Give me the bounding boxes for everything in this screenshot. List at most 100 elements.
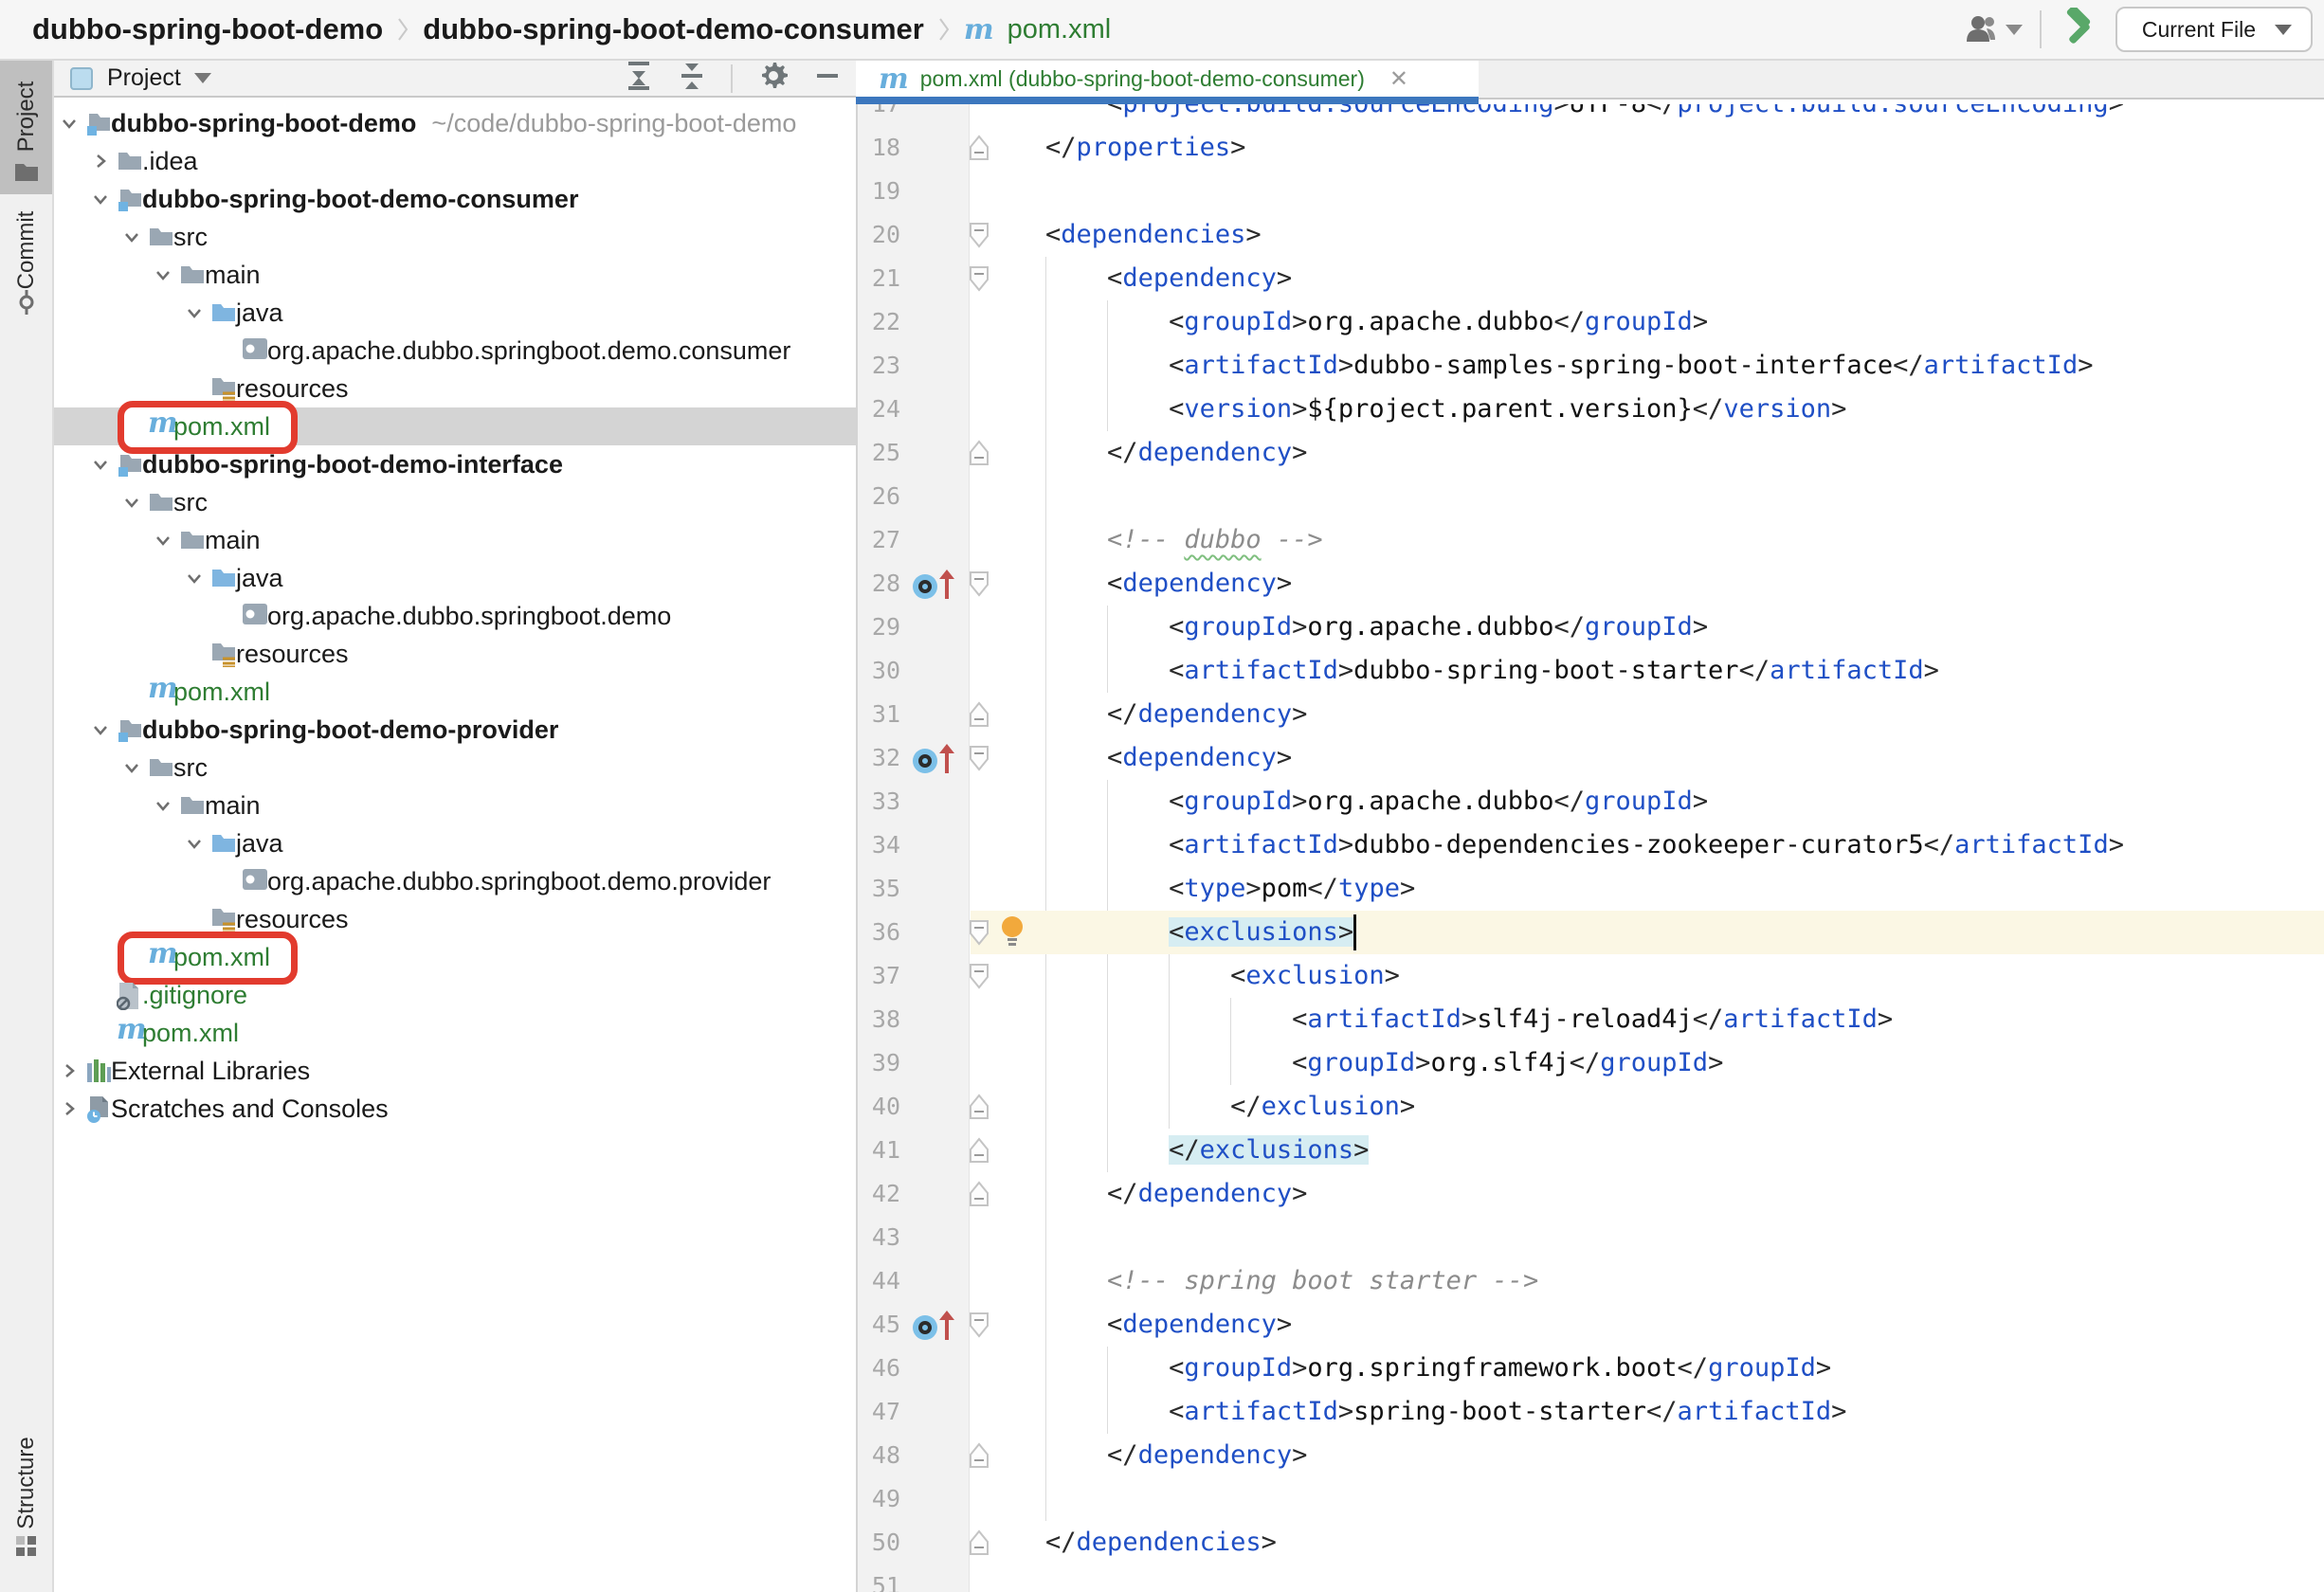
tree-expanded-chevron-icon[interactable] [90,189,111,214]
tree-expanded-chevron-icon[interactable] [90,719,111,745]
tree-item-label: main [205,521,261,559]
code-text: <version>${project.parent.version}</vers… [984,388,1846,431]
tree-expanded-chevron-icon[interactable] [59,113,80,138]
tree-item-scratches-and-consoles[interactable]: Scratches and Consoles [54,1090,856,1128]
line-number: 40 [856,1085,900,1129]
tree-item-label: Scratches and Consoles [111,1090,389,1128]
project-view-selector[interactable]: Project [69,61,211,96]
tree-item-external-libraries[interactable]: External Libraries [54,1052,856,1090]
tree-item--gitignore[interactable]: .gitignore [54,976,856,1014]
tree-item-label: src [173,218,208,256]
package-icon [242,337,268,365]
tree-item-org-apache-dubbo-springboot-demo[interactable]: org.apache.dubbo.springboot.demo [54,597,856,635]
line-number: 42 [856,1172,900,1216]
code-line: 39 <groupId>org.slf4j</groupId> [856,1041,2324,1085]
settings-gear-icon[interactable] [757,60,790,97]
build-hammer-icon[interactable] [2059,8,2098,52]
code-line: 44 <!-- spring boot starter --> [856,1259,2324,1303]
tree-expanded-chevron-icon[interactable] [184,833,205,859]
code-text: <!-- spring boot starter --> [984,1259,1538,1303]
tree-item-pom-xml[interactable]: mpom.xml [54,938,856,976]
tree-item-pom-xml[interactable]: mpom.xml [54,673,856,711]
tool-strip-tab-project[interactable]: Project [0,61,52,194]
tree-item-resources[interactable]: resources [54,635,856,673]
tab-close-icon[interactable]: ✕ [1389,65,1408,93]
line-number: 20 [856,213,900,257]
code-text: </dependency> [984,1172,1307,1216]
tree-expanded-chevron-icon[interactable] [121,757,142,783]
project-view-dropdown-icon [194,73,211,83]
tree-item-pom-xml[interactable]: mpom.xml [54,407,856,445]
line-number: 17 [856,104,900,126]
tree-item--idea[interactable]: .idea [54,142,856,180]
gitignore-icon [117,982,141,1015]
tree-expanded-chevron-icon[interactable] [121,492,142,517]
line-number: 50 [856,1521,900,1565]
maven-dependency-gutter-icon[interactable] [911,742,960,781]
tree-item-src[interactable]: src [54,483,856,521]
breadcrumb-item[interactable]: pom.xml [1008,14,1112,45]
tree-item-org-apache-dubbo-springboot-demo-provider[interactable]: org.apache.dubbo.springboot.demo.provide… [54,862,856,900]
code-text: <dependencies> [984,213,1262,257]
code-line: 46 <groupId>org.springframework.boot</gr… [856,1347,2324,1390]
tree-expanded-chevron-icon[interactable] [153,530,173,555]
left-tool-strip: ProjectCommit Structure [0,61,54,1592]
tree-item-label: dubbo-spring-boot-demo-provider [142,711,558,749]
tree-item-main[interactable]: main [54,787,856,824]
breadcrumb-item[interactable]: dubbo-spring-boot-demo [32,12,383,46]
tool-strip-tab-structure[interactable]: Structure [0,1417,52,1568]
tree-item-java[interactable]: java [54,824,856,862]
tree-item-src[interactable]: src [54,749,856,787]
folder-icon [179,792,206,822]
tree-expanded-chevron-icon[interactable] [184,302,205,328]
tree-item-label: main [205,787,261,824]
tree-item-label: dubbo-spring-boot-demo~/code/dubbo-sprin… [111,104,796,142]
tree-item-label: java [236,559,283,597]
tree-collapsed-chevron-icon[interactable] [90,151,111,176]
tree-expanded-chevron-icon[interactable] [153,264,173,290]
editor-tab[interactable]: m pom.xml (dubbo-spring-boot-demo-consum… [856,61,1479,98]
maven-dependency-gutter-icon[interactable] [911,1309,960,1348]
tree-expanded-chevron-icon[interactable] [90,454,111,479]
tree-item-src[interactable]: src [54,218,856,256]
tree-collapsed-chevron-icon[interactable] [59,1098,80,1124]
maven-dependency-gutter-icon[interactable] [911,568,960,606]
tree-expanded-chevron-icon[interactable] [121,226,142,252]
code-line: 38 <artifactId>slf4j-reload4j</artifactI… [856,998,2324,1041]
tree-item-java[interactable]: java [54,294,856,332]
collapse-all-icon[interactable] [678,61,706,96]
tree-item-dubbo-spring-boot-demo-provider[interactable]: dubbo-spring-boot-demo-provider [54,711,856,749]
tree-item-label: resources [236,635,349,673]
hide-panel-icon[interactable] [814,63,841,94]
tree-item-label: java [236,294,283,332]
code-line: 40 </exclusion> [856,1085,2324,1129]
tool-strip-tab-commit[interactable]: Commit [0,194,52,327]
tree-item-main[interactable]: main [54,521,856,559]
tree-expanded-chevron-icon[interactable] [184,568,205,593]
tree-expanded-chevron-icon[interactable] [153,795,173,821]
tree-item-dubbo-spring-boot-demo-interface[interactable]: dubbo-spring-boot-demo-interface [54,445,856,483]
tool-strip-label: Structure [13,1438,40,1529]
users-icon[interactable] [1964,13,2023,45]
folder-icon [179,527,206,556]
line-number: 49 [856,1477,900,1521]
tree-item-label: External Libraries [111,1052,310,1090]
tree-item-main[interactable]: main [54,256,856,294]
tree-item-pom-xml[interactable]: mpom.xml [54,1014,856,1052]
breadcrumb-item[interactable]: dubbo-spring-boot-demo-consumer [423,12,924,46]
code-line: 27 <!-- dubbo --> [856,518,2324,562]
tree-item-java[interactable]: java [54,559,856,597]
code-text: <groupId>org.apache.dubbo</groupId> [984,300,1708,344]
run-configuration-selector[interactable]: Current File [2115,7,2313,52]
scratches-icon [85,1095,112,1129]
expand-all-icon[interactable] [625,61,653,96]
tree-item-org-apache-dubbo-springboot-demo-consumer[interactable]: org.apache.dubbo.springboot.demo.consume… [54,332,856,370]
tree-item-dubbo-spring-boot-demo-consumer[interactable]: dubbo-spring-boot-demo-consumer [54,180,856,218]
package-icon [242,603,268,630]
editor-body[interactable]: 17 <project.build.sourceEncoding>UTF-8</… [856,104,2324,1592]
tree-collapsed-chevron-icon[interactable] [59,1060,80,1086]
editor-tab-label: pom.xml (dubbo-spring-boot-demo-consumer… [920,66,1365,92]
project-view-icon [69,66,94,91]
code-line: 30 <artifactId>dubbo-spring-boot-starter… [856,649,2324,693]
tree-item-dubbo-spring-boot-demo[interactable]: dubbo-spring-boot-demo~/code/dubbo-sprin… [54,104,856,142]
